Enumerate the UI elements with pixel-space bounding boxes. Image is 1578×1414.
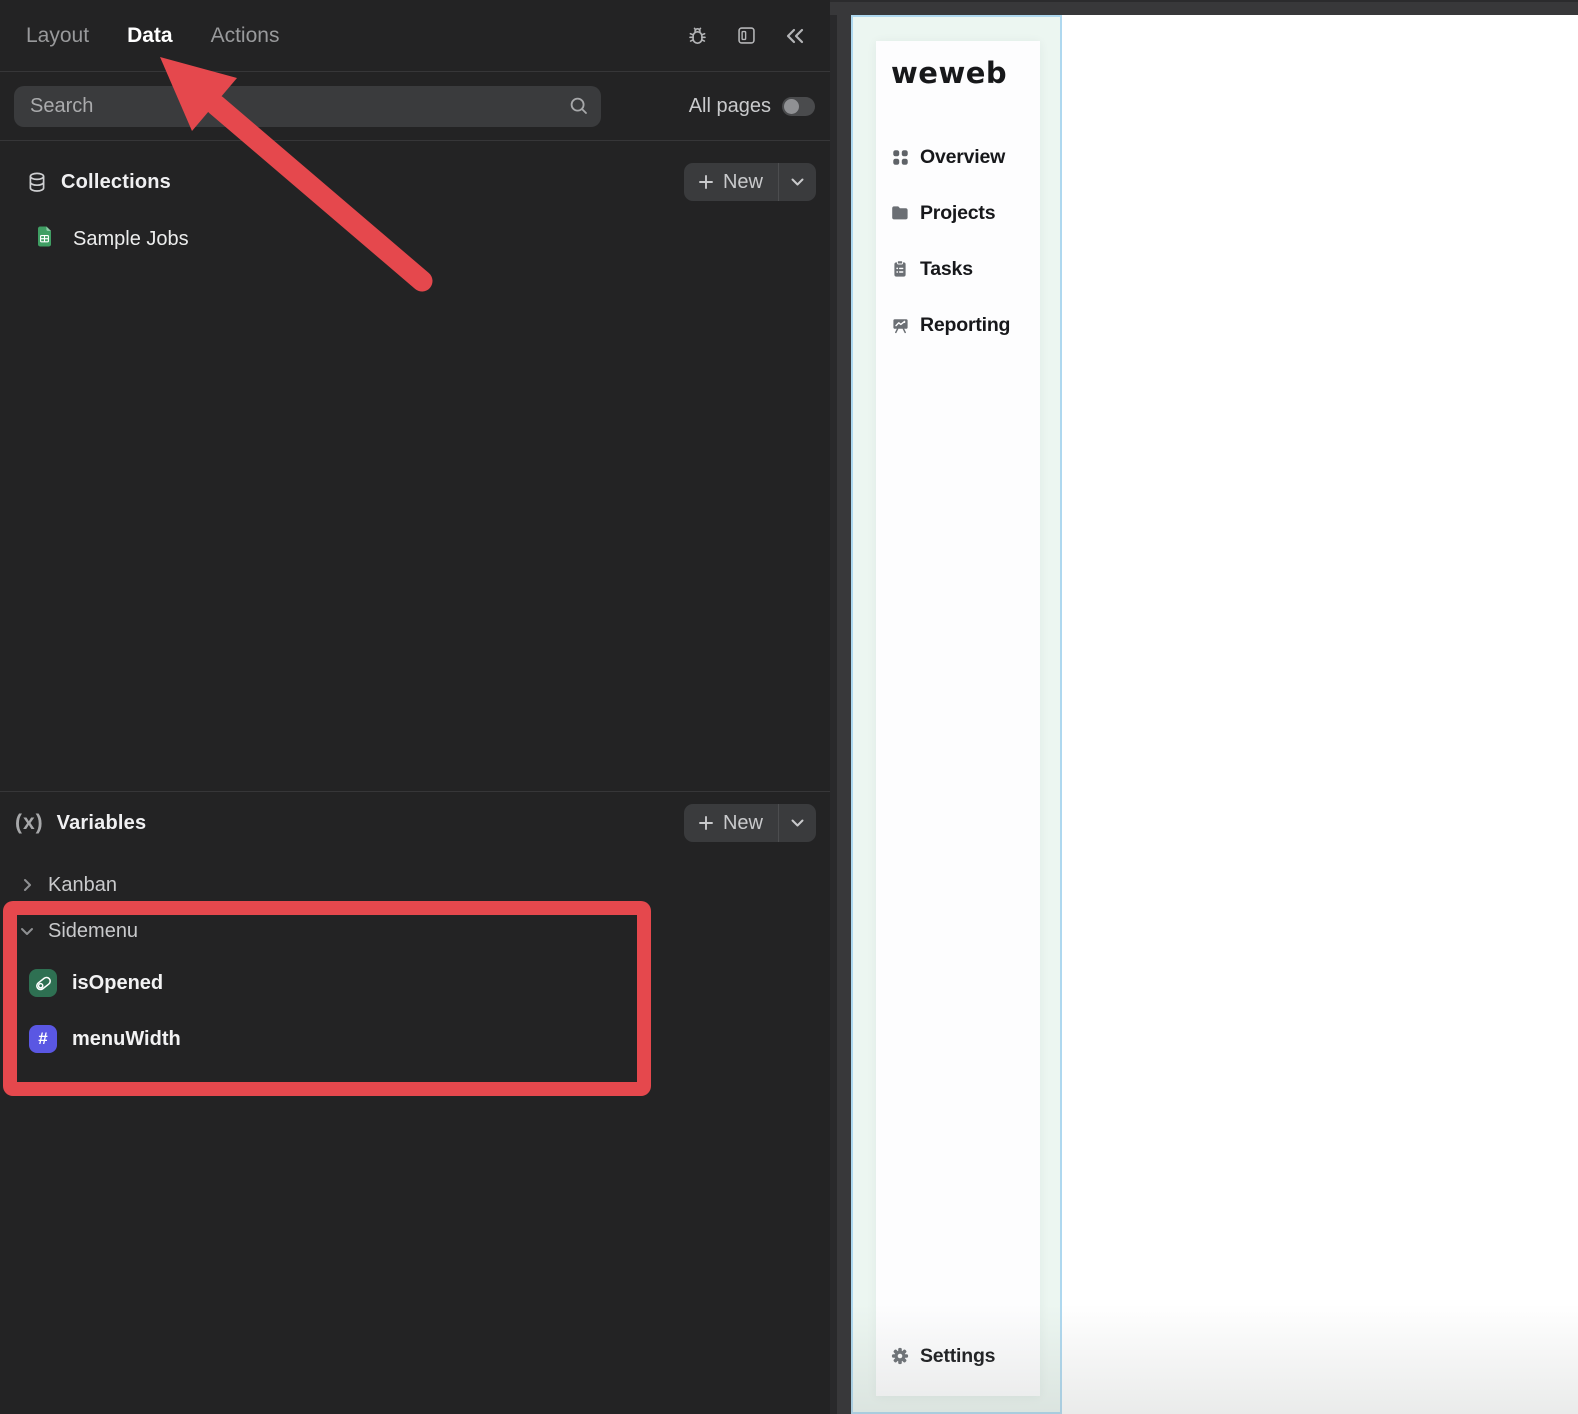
variables-title: Variables bbox=[56, 811, 147, 834]
collections-title: Collections bbox=[61, 170, 171, 193]
collections-section: Collections New Sample Jobs bbox=[0, 141, 830, 252]
weweb-editor-screen: Layout Data Actions Search All pages Col… bbox=[0, 0, 1578, 1414]
menu-item-overview[interactable]: Overview bbox=[891, 137, 1030, 177]
variable-item-menuwidth[interactable]: # menuWidth bbox=[0, 1017, 830, 1061]
variables-icon: (x) bbox=[15, 811, 44, 834]
grid-icon bbox=[891, 149, 909, 166]
variable-group-kanban[interactable]: Kanban bbox=[0, 865, 830, 905]
new-collection-main[interactable]: New bbox=[684, 163, 778, 201]
variable-item-isopened[interactable]: isOpened bbox=[0, 961, 830, 1005]
variables-section: (x) Variables New Kanban Sidemenu isOpen… bbox=[0, 791, 830, 1414]
debug-bug-icon[interactable] bbox=[686, 24, 709, 47]
folder-icon bbox=[891, 205, 909, 221]
boolean-toggle-icon bbox=[29, 969, 57, 997]
search-box[interactable] bbox=[14, 85, 601, 127]
plus-icon bbox=[699, 175, 713, 189]
new-variable-dropdown[interactable] bbox=[779, 804, 816, 842]
new-collection-button[interactable]: New bbox=[683, 163, 816, 201]
editor-canvas: weweb Overview Projects Tasks Reporting … bbox=[830, 0, 1578, 1414]
chevron-down-icon bbox=[791, 178, 804, 186]
page-background bbox=[1062, 15, 1578, 1414]
clipboard-icon bbox=[891, 260, 909, 278]
menu-item-settings[interactable]: Settings bbox=[891, 1336, 1030, 1376]
plus-icon bbox=[699, 816, 713, 830]
gear-icon bbox=[891, 1347, 909, 1365]
sidemenu-component: weweb Overview Projects Tasks Reporting … bbox=[876, 41, 1040, 1396]
all-pages-label: All pages bbox=[688, 94, 771, 117]
menu-item-tasks[interactable]: Tasks bbox=[891, 249, 1030, 289]
chevron-down-icon bbox=[20, 927, 34, 936]
canvas-left-chrome bbox=[830, 0, 851, 1414]
variable-group-sidemenu[interactable]: Sidemenu bbox=[0, 911, 830, 951]
panel-layout-icon[interactable] bbox=[736, 25, 757, 46]
chevron-right-icon bbox=[20, 878, 34, 892]
weweb-logo: weweb bbox=[891, 56, 1008, 90]
menu-item-projects[interactable]: Projects bbox=[891, 193, 1030, 233]
collapse-panel-icon[interactable] bbox=[784, 26, 806, 46]
search-input[interactable] bbox=[14, 85, 601, 127]
new-variable-button[interactable]: New bbox=[683, 804, 816, 842]
number-hash-icon: # bbox=[29, 1025, 57, 1053]
data-panel: Layout Data Actions Search All pages Col… bbox=[0, 0, 830, 1414]
search-icon bbox=[569, 96, 589, 121]
tab-layout[interactable]: Layout bbox=[26, 24, 89, 48]
spreadsheet-icon bbox=[36, 226, 53, 252]
presentation-chart-icon bbox=[891, 317, 909, 334]
all-pages-toggle[interactable] bbox=[782, 96, 815, 116]
tab-data[interactable]: Data bbox=[127, 24, 173, 48]
search-row: All pages bbox=[0, 72, 830, 141]
chevron-down-icon bbox=[791, 819, 804, 827]
database-icon bbox=[26, 171, 48, 194]
menu-item-reporting[interactable]: Reporting bbox=[891, 305, 1030, 345]
canvas-top-chrome bbox=[830, 0, 1578, 15]
tab-actions[interactable]: Actions bbox=[211, 24, 280, 48]
collection-item-sample-jobs[interactable]: Sample Jobs bbox=[0, 226, 830, 252]
new-variable-main[interactable]: New bbox=[684, 804, 778, 842]
new-collection-dropdown[interactable] bbox=[779, 163, 816, 201]
panel-tabbar: Layout Data Actions bbox=[0, 0, 830, 72]
